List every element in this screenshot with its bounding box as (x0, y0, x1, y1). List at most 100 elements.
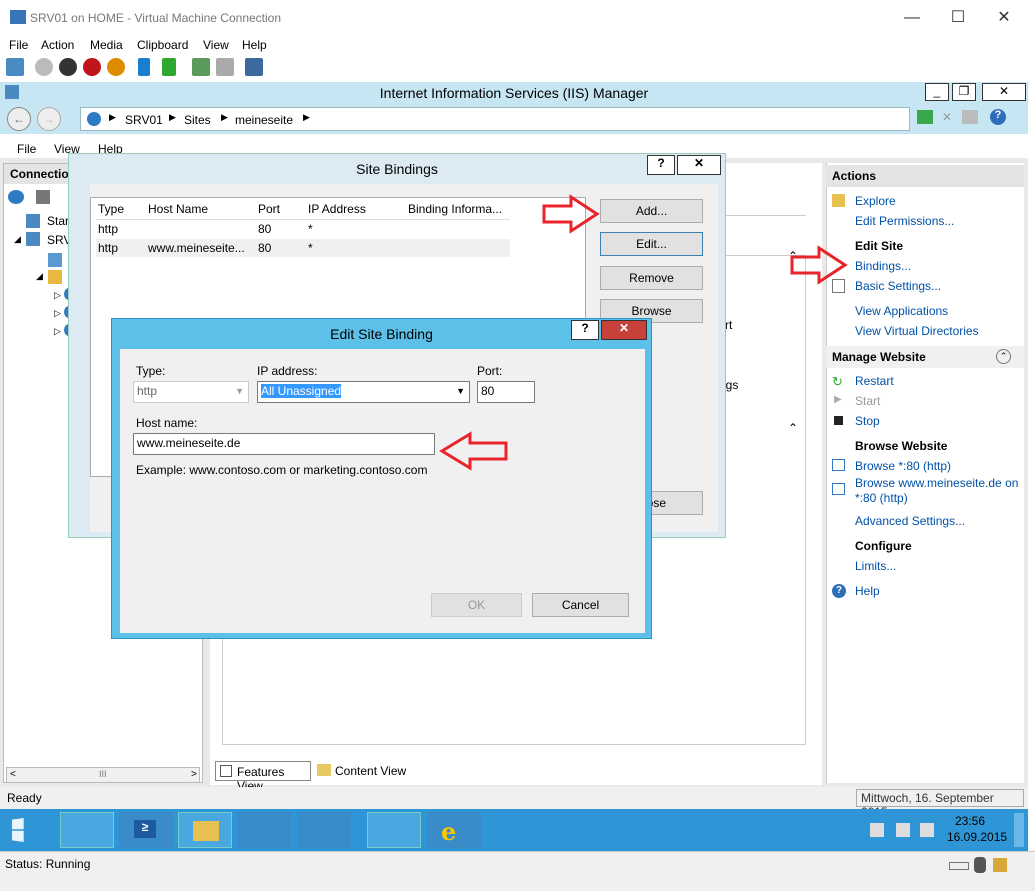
network-tray-icon[interactable] (896, 823, 910, 837)
iis-restore-icon[interactable]: ❐ (952, 83, 976, 101)
forward-icon[interactable]: → (37, 107, 61, 131)
column-binding-info[interactable]: Binding Informa... (408, 202, 502, 216)
home-icon[interactable] (962, 110, 978, 124)
tree-expand-icon[interactable]: ◢ (14, 234, 21, 245)
vm-menu-help[interactable]: Help (242, 38, 267, 52)
shutdown-icon[interactable] (83, 58, 101, 76)
chevron-down-icon: ▼ (235, 386, 244, 396)
host-name-field[interactable]: www.meineseite.de (133, 433, 435, 455)
action-browse-site[interactable]: Browse www.meineseite.de on (855, 476, 1018, 490)
tree-expand-icon[interactable]: ▷ (54, 308, 61, 319)
column-ip-address[interactable]: IP Address (308, 202, 366, 216)
tree-item-start[interactable]: Star (47, 214, 69, 228)
column-host-name[interactable]: Host Name (148, 202, 208, 216)
action-center-icon[interactable] (870, 823, 884, 837)
action-bindings[interactable]: Bindings... (855, 259, 911, 273)
vm-menu-file[interactable]: File (9, 38, 28, 52)
server-manager-icon[interactable] (60, 812, 114, 848)
action-start[interactable]: Start (855, 394, 880, 408)
help-icon[interactable]: ? (990, 109, 1006, 125)
port-field[interactable]: 80 (477, 381, 535, 403)
scroll-left-icon[interactable]: < (10, 769, 16, 780)
action-restart[interactable]: Restart (855, 374, 894, 388)
tree-expand-icon[interactable]: ▷ (54, 290, 61, 301)
revert-icon[interactable] (216, 58, 234, 76)
help-icon[interactable]: ? (647, 155, 675, 175)
tray-date[interactable]: 16.09.2015 (947, 830, 1007, 844)
stop-icon[interactable]: ✕ (939, 110, 955, 124)
close-icon[interactable]: ✕ (677, 155, 721, 175)
ctrl-alt-del-icon[interactable] (6, 58, 24, 76)
column-port[interactable]: Port (258, 202, 280, 216)
powershell-icon[interactable]: ≥ (119, 812, 173, 848)
internet-explorer-icon[interactable]: e (427, 812, 481, 848)
enhanced-session-icon[interactable] (245, 58, 263, 76)
back-icon[interactable]: ← (7, 107, 31, 131)
scroll-right-icon[interactable]: > (191, 769, 197, 780)
maximize-icon[interactable]: ☐ (943, 6, 973, 30)
show-desktop-button[interactable] (1014, 813, 1024, 847)
vm-app-icon (10, 10, 26, 24)
edit-button[interactable]: Edit... (600, 232, 703, 256)
action-stop[interactable]: Stop (855, 414, 880, 428)
close-icon[interactable]: ✕ (989, 6, 1019, 30)
vm-menu-media[interactable]: Media (90, 38, 123, 52)
pause-icon[interactable] (138, 58, 150, 76)
action-browse-80[interactable]: Browse *:80 (http) (855, 459, 951, 473)
action-help[interactable]: Help (855, 584, 880, 598)
tab-content-view[interactable]: Content View (314, 761, 414, 781)
breadcrumb-sep-icon: ▶ (169, 112, 176, 122)
cancel-button[interactable]: Cancel (532, 593, 629, 617)
power-icon[interactable] (107, 58, 125, 76)
iis-menu-file[interactable]: File (17, 142, 36, 156)
tray-time[interactable]: 23:56 (955, 814, 985, 828)
action-explore[interactable]: Explore (855, 194, 896, 208)
remove-button[interactable]: Remove (600, 266, 703, 290)
breadcrumb-item-sites[interactable]: Sites (184, 113, 211, 127)
notepad-icon[interactable] (297, 812, 351, 848)
breadcrumb-item-srv01[interactable]: SRV01 (125, 113, 163, 127)
action-basic-settings[interactable]: Basic Settings... (855, 279, 941, 293)
action-browse-site-port[interactable]: *:80 (http) (855, 491, 908, 505)
type-select[interactable]: http ▼ (133, 381, 249, 403)
ok-button[interactable]: OK (431, 593, 522, 617)
column-type[interactable]: Type (98, 202, 124, 216)
tree-expand-icon[interactable]: ▷ (54, 326, 61, 337)
add-button[interactable]: Add... (600, 199, 703, 223)
refresh-icon[interactable] (917, 110, 933, 124)
help-icon[interactable]: ? (571, 320, 599, 340)
iis-close-icon[interactable]: ✕ (982, 83, 1026, 101)
keyboard-icon (949, 862, 969, 870)
horizontal-scrollbar[interactable]: < III > (6, 767, 200, 783)
breadcrumb-item-meineseite[interactable]: meineseite (235, 113, 293, 127)
iis-minimize-icon[interactable]: _ (925, 83, 949, 101)
content-view-icon (317, 764, 331, 776)
save-icon[interactable] (36, 190, 50, 204)
action-view-virtual-dirs[interactable]: View Virtual Directories (855, 324, 979, 338)
tab-features-view[interactable]: Features View (215, 761, 311, 793)
minimize-icon[interactable]: — (897, 6, 927, 30)
action-limits[interactable]: Limits... (855, 559, 896, 573)
start-icon[interactable] (35, 58, 53, 76)
action-edit-permissions[interactable]: Edit Permissions... (855, 214, 954, 228)
collapse-icon[interactable]: ⌃ (996, 349, 1011, 364)
windows-start-icon[interactable] (12, 818, 24, 842)
action-advanced-settings[interactable]: Advanced Settings... (855, 514, 965, 528)
ip-address-select[interactable]: All Unassigned ▼ (257, 381, 470, 403)
volume-icon[interactable] (920, 823, 934, 837)
explorer-icon[interactable] (178, 812, 232, 848)
vm-menu-view[interactable]: View (203, 38, 229, 52)
checkpoint-icon[interactable] (192, 58, 210, 76)
resume-icon[interactable] (162, 58, 176, 76)
network-icon[interactable] (237, 812, 291, 848)
close-icon[interactable]: ✕ (601, 320, 647, 340)
vm-menu-action[interactable]: Action (41, 38, 74, 52)
breadcrumb[interactable]: ▶ SRV01 ▶ Sites ▶ meineseite ▶ (80, 107, 910, 131)
scroll-thumb[interactable]: III (99, 769, 107, 779)
action-view-applications[interactable]: View Applications (855, 304, 948, 318)
turn-off-icon[interactable] (59, 58, 77, 76)
vm-menu-clipboard[interactable]: Clipboard (137, 38, 188, 52)
tree-expand-icon[interactable]: ◢ (36, 271, 43, 282)
iis-manager-taskbar-icon[interactable] (367, 812, 421, 848)
connect-icon[interactable] (8, 190, 24, 204)
